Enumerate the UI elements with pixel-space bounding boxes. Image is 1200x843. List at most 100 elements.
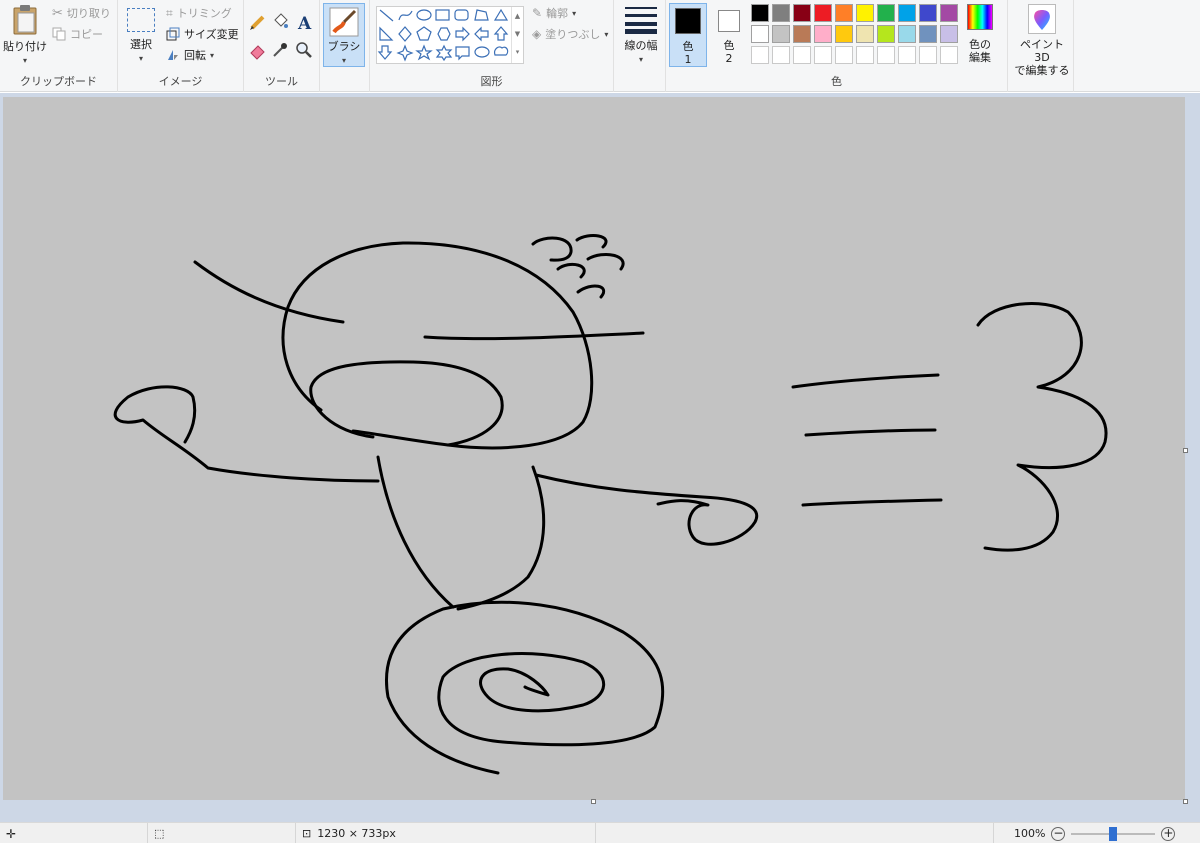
paint3d-icon bbox=[1028, 4, 1056, 34]
magnifier-icon bbox=[296, 42, 312, 58]
select-dropdown-caret[interactable]: ▾ bbox=[139, 54, 143, 63]
canvas-resize-handle-corner[interactable] bbox=[1183, 799, 1188, 804]
outline-pen-icon: ✎ bbox=[532, 6, 543, 20]
palette-custom-slot[interactable] bbox=[898, 46, 916, 64]
palette-swatch[interactable] bbox=[751, 25, 769, 43]
color2-button[interactable]: 色 2 bbox=[712, 3, 746, 67]
brushes-dropdown-caret[interactable]: ▾ bbox=[342, 56, 346, 65]
canvas-resize-handle-bottom[interactable] bbox=[591, 799, 596, 804]
text-tool[interactable]: A bbox=[294, 12, 314, 34]
color-picker-tool[interactable] bbox=[270, 40, 290, 60]
palette-swatch[interactable] bbox=[772, 4, 790, 22]
palette-swatch[interactable] bbox=[835, 4, 853, 22]
fill-button[interactable]: ◈ 塗りつぶし ▾ bbox=[532, 24, 608, 44]
pencil-icon bbox=[250, 15, 265, 30]
palette-swatch[interactable] bbox=[898, 25, 916, 43]
palette-custom-slot[interactable] bbox=[814, 46, 832, 64]
shapes-gallery: ▲ ▼ ▾ bbox=[376, 6, 524, 64]
zoom-out-icon[interactable]: − bbox=[1051, 826, 1066, 841]
rotate-label: 回転 bbox=[184, 49, 206, 62]
crop-button[interactable]: ⌗ トリミング bbox=[166, 3, 232, 23]
select-icon bbox=[127, 8, 155, 32]
palette-swatch[interactable] bbox=[940, 4, 958, 22]
edit-colors-button[interactable]: 色の 編集 bbox=[964, 4, 996, 64]
palette-swatch[interactable] bbox=[940, 25, 958, 43]
rounded-rectangle-shape-icon bbox=[454, 9, 469, 21]
scissors-icon: ✂ bbox=[52, 5, 63, 21]
sketch-visor bbox=[309, 360, 504, 447]
rectangle-shape-icon bbox=[435, 9, 450, 21]
paste-dropdown-caret[interactable]: ▾ bbox=[23, 56, 27, 65]
cut-button[interactable]: ✂ 切り取り bbox=[52, 3, 111, 23]
brushes-label: ブラシ bbox=[327, 40, 361, 53]
shapes-scrollbar[interactable]: ▲ ▼ ▾ bbox=[511, 7, 523, 63]
sketch-body-left bbox=[376, 455, 455, 609]
shapes-group-label: 図形 bbox=[480, 75, 503, 88]
palette-swatch[interactable] bbox=[856, 4, 874, 22]
shapes-scroll-down-icon[interactable]: ▼ bbox=[512, 25, 523, 43]
hexagon-shape-icon bbox=[437, 27, 451, 41]
size-button[interactable]: 線の幅 ▾ bbox=[618, 4, 664, 66]
palette-swatch[interactable] bbox=[877, 4, 895, 22]
brushes-button[interactable]: ブラシ ▾ bbox=[323, 3, 365, 67]
palette-custom-slot[interactable] bbox=[856, 46, 874, 64]
palette-custom-slot[interactable] bbox=[793, 46, 811, 64]
palette-swatch[interactable] bbox=[772, 25, 790, 43]
rotate-button[interactable]: 回転 ▾ bbox=[166, 45, 214, 65]
fill-tool[interactable] bbox=[270, 12, 290, 32]
palette-swatch[interactable] bbox=[814, 4, 832, 22]
outline-dropdown-caret[interactable]: ▾ bbox=[572, 9, 576, 18]
paint-bucket-icon bbox=[274, 13, 288, 28]
palette-custom-slot[interactable] bbox=[877, 46, 895, 64]
palette-swatch[interactable] bbox=[877, 25, 895, 43]
resize-button[interactable]: サイズ変更 bbox=[166, 24, 239, 44]
palette-custom-slot[interactable] bbox=[772, 46, 790, 64]
select-button[interactable]: 選択 ▾ bbox=[123, 8, 159, 65]
paste-button[interactable]: 貼り付け ▾ bbox=[3, 4, 47, 67]
palette-swatch[interactable] bbox=[751, 4, 769, 22]
palette-custom-slot[interactable] bbox=[919, 46, 937, 64]
palette-swatch[interactable] bbox=[898, 4, 916, 22]
shapes-gallery-icons bbox=[377, 8, 509, 62]
color2-number: 2 bbox=[725, 52, 733, 65]
rotate-dropdown-caret[interactable]: ▾ bbox=[210, 51, 214, 60]
outline-button[interactable]: ✎ 輪郭 ▾ bbox=[532, 3, 576, 23]
zoom-slider-thumb[interactable] bbox=[1109, 826, 1118, 841]
palette-custom-slot[interactable] bbox=[835, 46, 853, 64]
right-arrow-shape-icon bbox=[455, 26, 470, 42]
palette-swatch[interactable] bbox=[814, 25, 832, 43]
four-point-star-shape-icon bbox=[396, 44, 414, 62]
up-arrow-shape-icon bbox=[493, 26, 509, 41]
edit-with-paint3d-button[interactable]: ペイント 3D で編集する bbox=[1012, 4, 1072, 77]
zoom-slider[interactable] bbox=[1071, 826, 1156, 841]
palette-custom-slot[interactable] bbox=[940, 46, 958, 64]
size-dropdown-caret[interactable]: ▾ bbox=[639, 55, 643, 64]
drawing-canvas[interactable] bbox=[3, 97, 1185, 800]
sketch-headband-right bbox=[423, 331, 645, 341]
eraser-tool[interactable] bbox=[248, 40, 268, 60]
magnifier-tool[interactable] bbox=[294, 40, 314, 60]
palette-custom-slot[interactable] bbox=[751, 46, 769, 64]
zoom-in-icon[interactable]: + bbox=[1161, 826, 1176, 841]
color-palette bbox=[751, 4, 963, 66]
palette-swatch[interactable] bbox=[793, 4, 811, 22]
shapes-expand-icon[interactable]: ▾ bbox=[512, 43, 523, 61]
canvas-resize-handle-right[interactable] bbox=[1183, 448, 1188, 453]
triangle-shape-icon bbox=[493, 8, 509, 21]
fill-dropdown-caret[interactable]: ▾ bbox=[604, 30, 608, 39]
six-point-star-shape-icon bbox=[435, 44, 453, 62]
shapes-scroll-up-icon[interactable]: ▲ bbox=[512, 7, 523, 25]
palette-swatch[interactable] bbox=[919, 25, 937, 43]
palette-swatch[interactable] bbox=[835, 25, 853, 43]
palette-swatch[interactable] bbox=[919, 4, 937, 22]
sketch-body-right bbox=[456, 465, 546, 611]
fill-label: 塗りつぶし bbox=[545, 28, 601, 41]
status-selection-size: ⬚ bbox=[148, 823, 296, 843]
pencil-tool[interactable] bbox=[248, 12, 268, 32]
color1-swatch bbox=[675, 8, 701, 34]
copy-button[interactable]: コピー bbox=[52, 24, 103, 44]
color1-button[interactable]: 色 1 bbox=[669, 3, 707, 67]
copy-icon bbox=[52, 27, 66, 41]
palette-swatch[interactable] bbox=[856, 25, 874, 43]
palette-swatch[interactable] bbox=[793, 25, 811, 43]
